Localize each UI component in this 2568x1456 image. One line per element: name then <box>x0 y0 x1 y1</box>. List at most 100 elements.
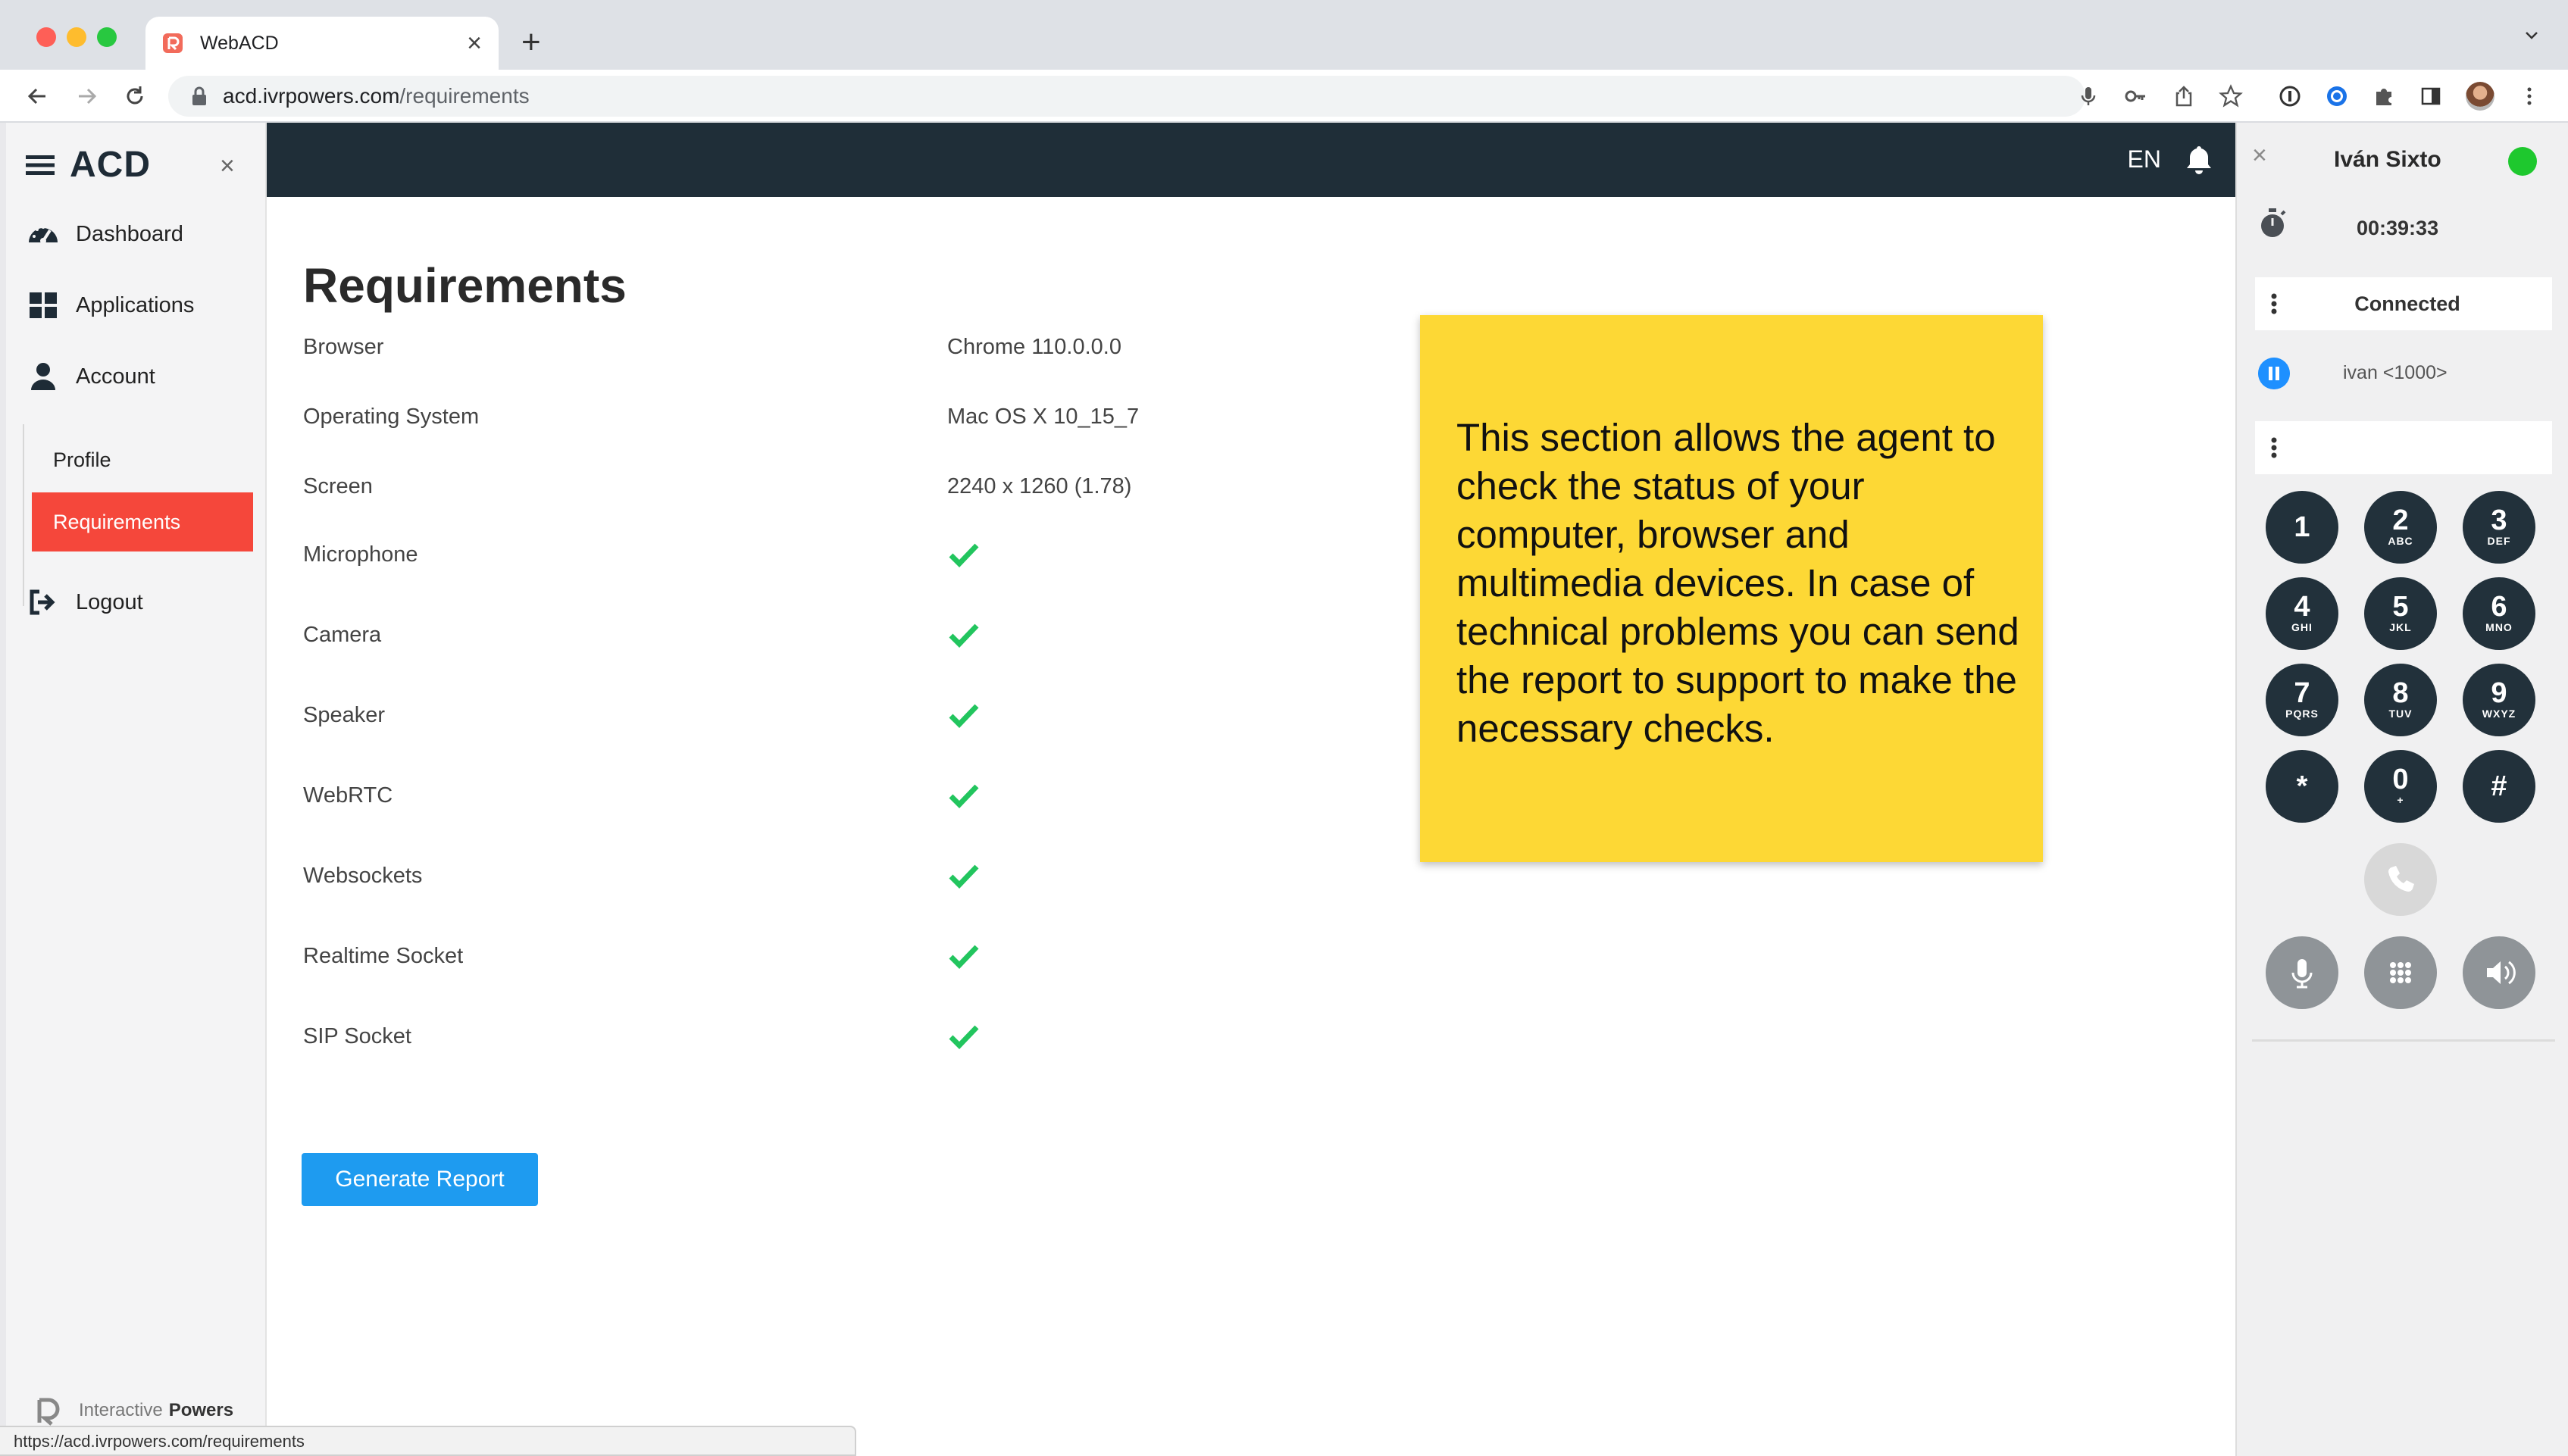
requirement-row-realtime-socket: Realtime Socket <box>303 933 1364 979</box>
requirement-label: Realtime Socket <box>303 943 464 968</box>
requirement-label: Camera <box>303 622 382 647</box>
call-status-card: Connected <box>2255 277 2552 330</box>
requirement-value: Chrome 110.0.0.0 <box>947 334 1121 359</box>
sidebar-item-label: Account <box>76 364 155 389</box>
logout-icon <box>30 589 55 615</box>
requirement-row-camera: Camera <box>303 612 1364 658</box>
brand: ACD <box>26 144 151 186</box>
sidebar-item-logout[interactable]: Logout <box>27 588 143 617</box>
sidebar-item-label: Dashboard <box>76 221 183 246</box>
keypad-key-6[interactable]: 6 MNO <box>2463 577 2535 650</box>
sidebar-item-label: Applications <box>76 292 195 317</box>
sidebar-item-dashboard[interactable]: Dashboard <box>27 220 183 248</box>
hamburger-menu-icon[interactable] <box>26 154 55 177</box>
sidebar: ACD × Dashboard Applications Account Pro… <box>6 123 267 1456</box>
requirement-row-screen: Screen 2240 x 1260 (1.78) <box>303 464 1364 509</box>
back-arrow-icon[interactable] <box>24 83 52 110</box>
keypad-key-3[interactable]: 3 DEF <box>2463 491 2535 564</box>
new-tab-button[interactable]: + <box>521 26 541 59</box>
keypad-key-8[interactable]: 8 TUV <box>2364 664 2437 736</box>
keypad-key-9[interactable]: 9 WXYZ <box>2463 664 2535 736</box>
address-bar[interactable]: acd.ivrpowers.com/requirements <box>168 76 2085 117</box>
sidebar-item-account[interactable]: Account <box>27 362 155 391</box>
key-icon[interactable] <box>2123 84 2147 108</box>
call-button[interactable] <box>2364 843 2437 916</box>
call-timer: 00:39:33 <box>2357 217 2439 239</box>
generate-report-button[interactable]: Generate Report <box>302 1153 538 1206</box>
microphone-icon <box>2291 959 2313 989</box>
window-close-button[interactable] <box>36 27 56 47</box>
requirement-row-operating-system: Operating System Mac OS X 10_15_7 <box>303 394 1364 439</box>
sidebar-subitem-label: Profile <box>53 448 111 471</box>
sidebar-subitem-profile[interactable]: Profile <box>32 430 253 489</box>
check-icon <box>949 704 979 729</box>
browser-tab-bar: WebACD × + <box>0 0 2568 70</box>
extension-info-icon[interactable] <box>2278 84 2302 108</box>
requirement-value: 2240 x 1260 (1.78) <box>947 473 1132 498</box>
microphone-icon[interactable] <box>2076 84 2100 108</box>
requirement-label: Operating System <box>303 404 480 429</box>
online-status-indicator[interactable] <box>2508 147 2537 176</box>
share-icon[interactable] <box>2172 84 2196 108</box>
dialpad-toggle-button[interactable] <box>2364 936 2437 1009</box>
keypad-key-4[interactable]: 4 GHI <box>2266 577 2338 650</box>
sidebar-subitem-label: Requirements <box>53 510 181 533</box>
page-title: Requirements <box>303 258 627 313</box>
call-status-label: Connected <box>2354 292 2460 315</box>
dialpad-icon <box>2390 962 2411 983</box>
requirement-row-browser: Browser Chrome 110.0.0.0 <box>303 324 1364 370</box>
sidebar-subitem-requirements[interactable]: Requirements <box>32 492 253 551</box>
tab-overflow-chevron-icon[interactable] <box>2523 26 2541 44</box>
browser-tab[interactable]: WebACD × <box>145 17 499 70</box>
keypad-key-5[interactable]: 5 JKL <box>2364 577 2437 650</box>
mute-microphone-button[interactable] <box>2266 936 2338 1009</box>
speaker-volume-button[interactable] <box>2463 936 2535 1009</box>
acd-app: ACD × Dashboard Applications Account Pro… <box>0 123 2568 1456</box>
keypad-key-0[interactable]: 0 + <box>2364 750 2437 823</box>
window-zoom-button[interactable] <box>97 27 117 47</box>
dashboard-icon <box>29 226 58 244</box>
kebab-menu-icon[interactable] <box>2263 292 2285 315</box>
keypad-key-7[interactable]: 7 PQRS <box>2266 664 2338 736</box>
keypad-key-1[interactable]: 1 <box>2266 491 2338 564</box>
app-topbar: EN <box>267 123 2235 197</box>
sidebar-close-icon[interactable]: × <box>220 153 235 179</box>
extensions-puzzle-icon[interactable] <box>2372 84 2396 108</box>
speaker-icon <box>2487 961 2516 985</box>
check-icon <box>949 1025 979 1050</box>
extension-blue-icon[interactable] <box>2325 84 2349 108</box>
forward-arrow-icon[interactable] <box>73 83 100 110</box>
browser-menu-icon[interactable] <box>2517 84 2541 108</box>
window-minimize-button[interactable] <box>67 27 86 47</box>
requirement-label: Websockets <box>303 863 423 888</box>
side-panel-icon[interactable] <box>2419 84 2443 108</box>
requirement-row-webrtc: WebRTC <box>303 773 1364 818</box>
check-icon <box>949 864 979 889</box>
link-hover-status-bar: https://acd.ivrpowers.com/requirements <box>0 1426 856 1456</box>
pause-icon[interactable] <box>2258 358 2290 389</box>
requirement-row-websockets: Websockets <box>303 853 1364 898</box>
softphone-close-icon[interactable]: × <box>2252 142 2267 168</box>
requirement-label: WebRTC <box>303 783 393 808</box>
softphone-panel: × Iván Sixto 00:39:33 Connected ivan <10… <box>2235 123 2568 1456</box>
check-icon <box>949 945 979 970</box>
tab-title: WebACD <box>200 32 279 54</box>
kebab-menu-icon[interactable] <box>2263 436 2285 459</box>
dial-input[interactable] <box>2255 421 2552 474</box>
profile-avatar[interactable] <box>2466 82 2494 111</box>
requirement-row-microphone: Microphone <box>303 532 1364 577</box>
bookmark-star-icon[interactable] <box>2219 84 2243 108</box>
keypad-key-hash[interactable]: # <box>2463 750 2535 823</box>
check-icon <box>949 623 979 648</box>
keypad-key-star[interactable]: * <box>2266 750 2338 823</box>
tab-close-icon[interactable]: × <box>467 30 482 56</box>
stopwatch-icon <box>2261 208 2286 237</box>
sidebar-item-applications[interactable]: Applications <box>27 291 194 320</box>
url-host: acd.ivrpowers.com <box>223 84 400 108</box>
notification-bell-icon[interactable] <box>2184 144 2214 176</box>
main-content: Requirements Browser Chrome 110.0.0.0 Op… <box>267 197 2235 1456</box>
keypad-key-2[interactable]: 2 ABC <box>2364 491 2437 564</box>
language-selector[interactable]: EN <box>2128 145 2161 173</box>
requirement-label: Microphone <box>303 542 418 567</box>
reload-icon[interactable] <box>121 83 149 110</box>
